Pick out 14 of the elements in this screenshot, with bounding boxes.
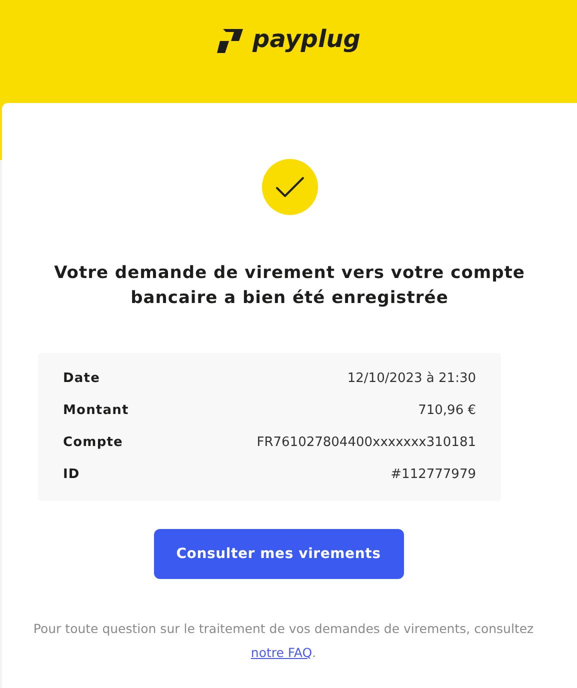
detail-value: FR761027804400xxxxxxx310181 — [256, 434, 476, 452]
transfers-button[interactable]: Consulter mes virements — [154, 529, 404, 579]
detail-value: 710,96 € — [418, 402, 476, 420]
faq-link[interactable]: notre FAQ — [250, 645, 312, 660]
brand-name: payplug — [252, 27, 360, 51]
logo-icon — [216, 29, 245, 53]
confirmation-title: Votre demande de virement vers votre compte bancaire a bien été enregistrée — [53, 262, 526, 310]
detail-label: Montant — [63, 402, 129, 420]
detail-label: ID — [63, 466, 80, 484]
detail-label: Compte — [63, 434, 123, 452]
detail-value: 12/10/2023 à 21:30 — [347, 370, 476, 388]
help-text: Pour toute question sur le traitement de vos demandes de virements, consultez notre FAQ. — [32, 620, 535, 662]
detail-label: Date — [63, 370, 100, 388]
detail-value: #112777979 — [390, 466, 476, 484]
